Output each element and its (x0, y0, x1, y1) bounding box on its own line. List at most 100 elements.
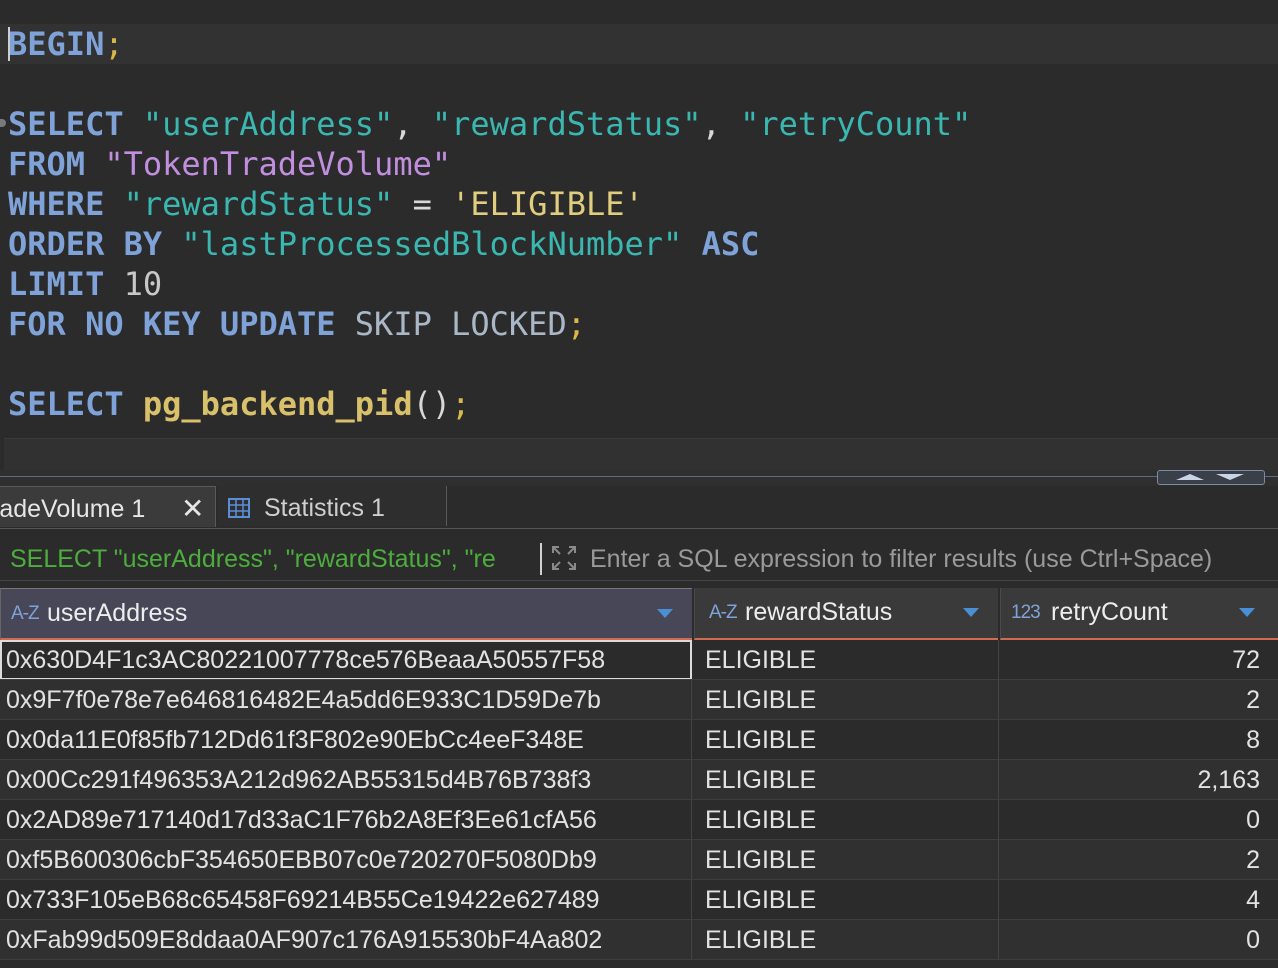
cell-rewardstatus[interactable]: ELIGIBLE (693, 760, 999, 800)
code-line-8[interactable]: SELECT pg_backend_pid(); (8, 384, 470, 424)
code-token: , (393, 105, 432, 143)
cell-retrycount[interactable]: 2,163 (1000, 760, 1278, 800)
text-type-icon: A-Z (11, 603, 40, 624)
table-row[interactable]: 0x9F7f0e78e7e646816482E4a5dd6E933C1D59De… (0, 680, 1278, 720)
column-header-useraddress[interactable]: A-Z userAddress (0, 588, 692, 640)
restore-down-icon[interactable] (1216, 474, 1244, 480)
cell-useraddress[interactable]: 0x2AD89e717140d17d33aC1F76b2A8Ef3Ee61cfA… (0, 800, 692, 840)
current-line-highlight (0, 24, 1278, 64)
cell-useraddress[interactable]: 0xf5B600306cbF354650EBB07c0e720270F5080D… (0, 840, 692, 880)
tab-result-tokentradevolume[interactable]: radeVolume 1 ✕ (0, 486, 216, 527)
cell-useraddress[interactable]: 0x630D4F1c3AC80221007778ce576BeaaA50557F… (0, 640, 692, 680)
active-query-text[interactable]: SELECT "userAddress", "rewardStatus", "r… (10, 536, 540, 580)
cell-retrycount[interactable]: 2 (1000, 840, 1278, 880)
code-token: WHERE (8, 185, 105, 223)
code-token: BEGIN (8, 25, 105, 63)
code-token: SELECT (8, 105, 124, 143)
code-token: "TokenTradeVolume" (104, 145, 452, 183)
code-token: ; (566, 305, 586, 343)
table-row[interactable]: 0x0da11E0f85fb712Dd61f3F802e90EbCc4eeF34… (0, 720, 1278, 760)
result-grid: A-Z userAddress A-Z rewardStatus 123 ret… (0, 588, 1278, 968)
splitter-toggle-handle[interactable] (1157, 470, 1265, 485)
code-token: FROM (8, 145, 86, 183)
maximize-up-icon[interactable] (1176, 474, 1204, 480)
sort-dropdown-icon[interactable] (657, 609, 673, 618)
code-token: FOR NO KEY UPDATE (8, 305, 336, 343)
result-tabs: radeVolume 1 ✕ Statistics 1 (0, 486, 1278, 529)
cell-useraddress[interactable]: 0x0da11E0f85fb712Dd61f3F802e90EbCc4eeF34… (0, 720, 692, 760)
code-token: 10 (123, 265, 163, 303)
panel-splitter[interactable] (0, 470, 1278, 486)
column-name: rewardStatus (745, 598, 893, 626)
code-token: 'ELIGIBLE' (451, 185, 644, 223)
cell-rewardstatus[interactable]: ELIGIBLE (693, 840, 999, 880)
code-token: () (412, 385, 452, 423)
cell-rewardstatus[interactable]: ELIGIBLE (693, 920, 999, 960)
tab-statistics[interactable]: Statistics 1 (218, 486, 447, 526)
cell-retrycount[interactable]: 0 (1000, 920, 1278, 960)
code-token: "retryCount" (740, 105, 972, 143)
code-line-3[interactable]: FROM "TokenTradeVolume" (8, 144, 451, 184)
tab-result-label: radeVolume 1 (0, 495, 146, 523)
code-line-2[interactable]: SELECT "userAddress", "rewardStatus", "r… (8, 104, 971, 144)
code-token: SELECT (8, 385, 124, 423)
code-line-5[interactable]: ORDER BY "lastProcessedBlockNumber" ASC (8, 224, 759, 264)
table-row[interactable]: 0x733F105eB68c65458F69214B55Ce19422e6274… (0, 880, 1278, 920)
code-token: ; (104, 25, 124, 63)
code-token: ORDER BY (8, 225, 163, 263)
number-type-icon: 123 (1011, 602, 1041, 623)
code-line-1[interactable]: BEGIN; (8, 24, 124, 64)
cell-retrycount[interactable]: 72 (1000, 640, 1278, 680)
cell-rewardstatus[interactable]: ELIGIBLE (693, 720, 999, 760)
table-row[interactable]: 0xf5B600306cbF354650EBB07c0e720270F5080D… (0, 840, 1278, 880)
cell-rewardstatus[interactable]: ELIGIBLE (693, 640, 999, 680)
table-row[interactable]: 0x630D4F1c3AC80221007778ce576BeaaA50557F… (0, 640, 1278, 680)
text-type-icon: A-Z (709, 602, 738, 623)
splitter-line (0, 476, 1278, 477)
code-token: "lastProcessedBlockNumber" (181, 225, 683, 263)
column-header-retrycount[interactable]: 123 retryCount (1000, 588, 1278, 640)
filter-input[interactable]: Enter a SQL expression to filter results… (590, 536, 1212, 580)
cell-useraddress[interactable]: 0x9F7f0e78e7e646816482E4a5dd6E933C1D59De… (0, 680, 692, 720)
code-line-7[interactable]: FOR NO KEY UPDATE SKIP LOCKED; (8, 304, 586, 344)
cell-useraddress[interactable]: 0x00Cc291f496353A212d962AB55315d4B76B738… (0, 760, 692, 800)
sort-dropdown-icon[interactable] (1239, 608, 1255, 617)
code-token: = (393, 185, 452, 223)
table-row[interactable]: 0x00Cc291f496353A212d962AB55315d4B76B738… (0, 760, 1278, 800)
code-line-6[interactable]: LIMIT 10 (8, 264, 162, 304)
statement-marker[interactable] (0, 119, 6, 127)
table-row[interactable]: 0xFab99d509E8ddaa0AF907c176A915530bF4Aa8… (0, 920, 1278, 960)
cell-rewardstatus[interactable]: ELIGIBLE (693, 880, 999, 920)
code-line-4[interactable]: WHERE "rewardStatus" = 'ELIGIBLE' (8, 184, 644, 224)
code-token: ; (451, 385, 471, 423)
sql-editor[interactable]: BEGIN; SELECT "userAddress", "rewardStat… (0, 0, 1278, 471)
code-token: "userAddress" (142, 105, 394, 143)
filter-bar: SELECT "userAddress", "rewardStatus", "r… (0, 536, 1278, 581)
cell-retrycount[interactable]: 0 (1000, 800, 1278, 840)
cell-useraddress[interactable]: 0xFab99d509E8ddaa0AF907c176A915530bF4Aa8… (0, 920, 692, 960)
cell-retrycount[interactable]: 8 (1000, 720, 1278, 760)
code-token: SKIP LOCKED (354, 305, 567, 343)
editor-horizontal-scrollbar[interactable] (4, 438, 1278, 471)
expand-icon[interactable] (550, 544, 578, 572)
cell-retrycount[interactable]: 2 (1000, 680, 1278, 720)
cell-useraddress[interactable]: 0x733F105eB68c65458F69214B55Ce19422e6274… (0, 880, 692, 920)
column-header-rewardstatus[interactable]: A-Z rewardStatus (694, 588, 998, 640)
cell-rewardstatus[interactable]: ELIGIBLE (693, 800, 999, 840)
close-tab-icon[interactable]: ✕ (181, 487, 204, 531)
table-grid-icon (228, 498, 250, 518)
row-divider (0, 959, 1278, 960)
table-row[interactable]: 0x2AD89e717140d17d33aC1F76b2A8Ef3Ee61cfA… (0, 800, 1278, 840)
code-token: , (701, 105, 741, 143)
cell-rewardstatus[interactable]: ELIGIBLE (693, 680, 999, 720)
cell-retrycount[interactable]: 4 (1000, 880, 1278, 920)
column-name: userAddress (47, 599, 188, 627)
tab-statistics-label: Statistics 1 (264, 494, 385, 522)
sort-dropdown-icon[interactable] (963, 608, 979, 617)
